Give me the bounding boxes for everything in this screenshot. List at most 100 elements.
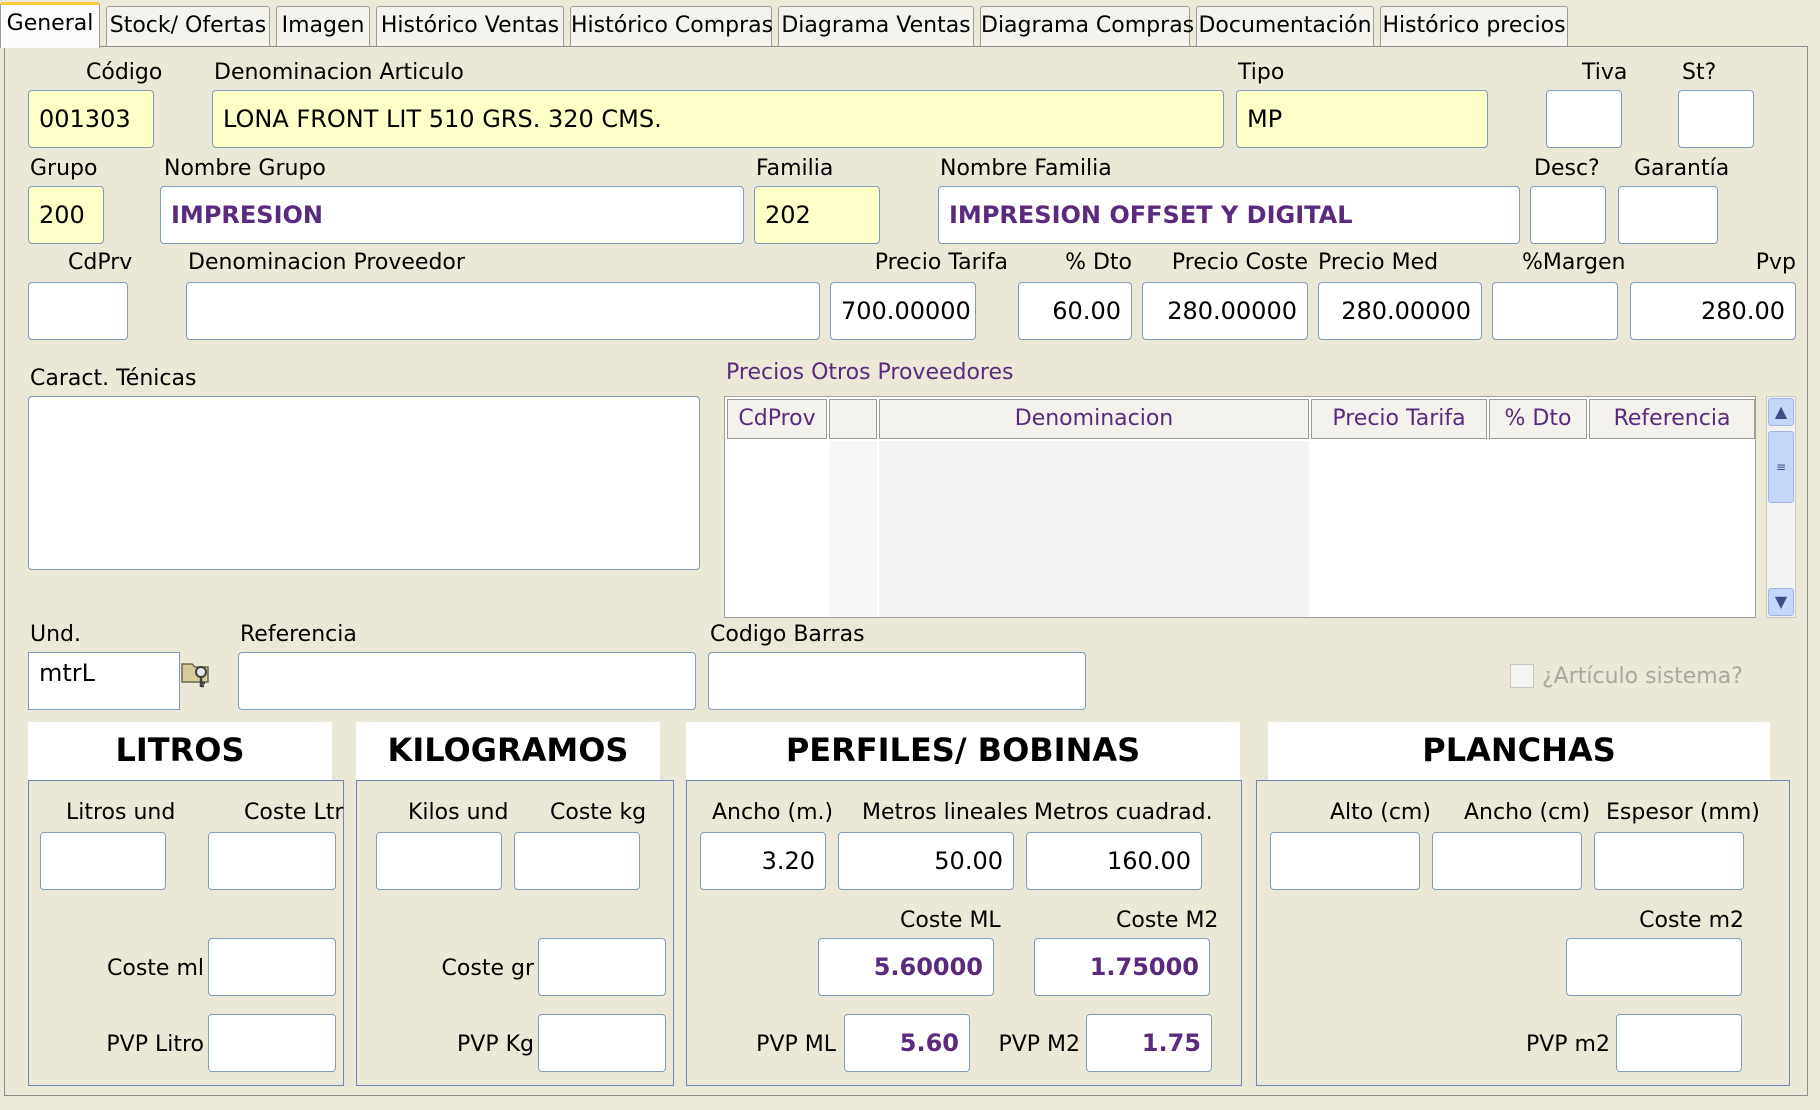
- coste-ml-label: Coste ML: [900, 908, 1001, 933]
- ancho-m-label: Ancho (m.): [712, 800, 834, 825]
- pvp-ml-field[interactable]: 5.60: [844, 1014, 970, 1072]
- precio-med-label: Precio Med: [1318, 250, 1439, 275]
- ancho-cm-label: Ancho (cm): [1464, 800, 1591, 825]
- grupo-field[interactable]: 200: [28, 186, 104, 244]
- espesor-mm-label: Espesor (mm): [1606, 800, 1760, 825]
- garantia-label: Garantía: [1634, 156, 1730, 181]
- pvp-m2-label: PVP M2: [998, 1032, 1080, 1057]
- coste-ml-litros-label: Coste ml: [107, 956, 204, 981]
- denominacion-field[interactable]: LONA FRONT LIT 510 GRS. 320 CMS.: [212, 90, 1224, 148]
- tab-historico-ventas[interactable]: Histórico Ventas: [376, 6, 564, 46]
- coste-m2-planchas-field[interactable]: [1566, 938, 1742, 996]
- litros-und-field[interactable]: [40, 832, 166, 890]
- tab-general[interactable]: General: [0, 2, 100, 48]
- precio-med-field[interactable]: 280.00000: [1318, 282, 1482, 340]
- tab-historico-compras[interactable]: Histórico Compras: [570, 6, 773, 46]
- grid-header-referencia[interactable]: Referencia: [1589, 399, 1755, 439]
- grid-scrollbar[interactable]: ▲ ≡ ▼: [1766, 396, 1796, 618]
- grid-header-precio-tarifa[interactable]: Precio Tarifa: [1311, 399, 1487, 439]
- tab-stock-ofertas[interactable]: Stock/ Ofertas: [106, 6, 270, 46]
- desc-field[interactable]: [1530, 186, 1606, 244]
- precio-coste-field[interactable]: 280.00000: [1142, 282, 1308, 340]
- pvp-field[interactable]: 280.00: [1630, 282, 1796, 340]
- pvp-label: Pvp: [1755, 250, 1796, 275]
- st-label: St?: [1682, 60, 1717, 85]
- dto-field[interactable]: 60.00: [1018, 282, 1132, 340]
- kilogramos-title: KILOGRAMOS: [356, 722, 660, 780]
- grid-header-denominacion[interactable]: Denominacion: [879, 399, 1309, 439]
- alto-cm-label: Alto (cm): [1330, 800, 1431, 825]
- referencia-field[interactable]: [238, 652, 696, 710]
- metros-lineales-field[interactable]: 50.00: [838, 832, 1014, 890]
- articulo-sistema-checkbox[interactable]: [1510, 664, 1534, 688]
- coste-ml-field[interactable]: 5.60000: [818, 938, 994, 996]
- referencia-label: Referencia: [240, 622, 357, 647]
- und-field[interactable]: mtrL: [28, 652, 180, 710]
- ancho-cm-field[interactable]: [1432, 832, 1582, 890]
- coste-ltr-field[interactable]: [208, 832, 336, 890]
- tab-diagrama-ventas[interactable]: Diagrama Ventas: [778, 6, 974, 46]
- tiva-field[interactable]: [1546, 90, 1622, 148]
- chevron-down-icon[interactable]: ▼: [1768, 588, 1794, 616]
- coste-m2-label: Coste M2: [1116, 908, 1219, 933]
- pvp-m2-field[interactable]: 1.75: [1086, 1014, 1212, 1072]
- nombre-grupo-field[interactable]: IMPRESION: [160, 186, 744, 244]
- coste-gr-field[interactable]: [538, 938, 666, 996]
- precio-tarifa-field[interactable]: 700.00000: [830, 282, 976, 340]
- margen-field[interactable]: [1492, 282, 1618, 340]
- coste-m2-field[interactable]: 1.75000: [1034, 938, 1210, 996]
- tab-documentacion[interactable]: Documentación: [1196, 6, 1374, 46]
- litros-und-label: Litros und: [66, 800, 176, 825]
- denominacion-label: Denominacion Articulo: [214, 60, 464, 85]
- tab-historico-precios[interactable]: Histórico precios: [1380, 6, 1568, 46]
- pvp-kg-field[interactable]: [538, 1014, 666, 1072]
- cdprv-field[interactable]: [28, 282, 128, 340]
- precio-coste-label: Precio Coste: [1171, 250, 1308, 275]
- garantia-field[interactable]: [1618, 186, 1718, 244]
- desc-label: Desc?: [1534, 156, 1600, 181]
- espesor-mm-field[interactable]: [1594, 832, 1744, 890]
- cdprv-label: CdPrv: [68, 250, 133, 275]
- alto-cm-field[interactable]: [1270, 832, 1420, 890]
- key-folder-icon[interactable]: [180, 656, 214, 690]
- grid-header-cdprov[interactable]: CdProv: [727, 399, 827, 439]
- nombre-familia-field[interactable]: IMPRESION OFFSET Y DIGITAL: [938, 186, 1520, 244]
- grid-header-dto[interactable]: % Dto: [1489, 399, 1587, 439]
- codigo-field[interactable]: 001303: [28, 90, 154, 148]
- familia-field[interactable]: 202: [754, 186, 880, 244]
- codigo-barras-label: Codigo Barras: [710, 622, 865, 647]
- coste-ltr-label: Coste Ltr: [244, 800, 344, 825]
- coste-ml-litros-field[interactable]: [208, 938, 336, 996]
- pvp-litro-label: PVP Litro: [106, 1032, 204, 1057]
- st-field[interactable]: [1678, 90, 1754, 148]
- pvp-kg-label: PVP Kg: [457, 1032, 534, 1057]
- metros-cuadrados-field[interactable]: 160.00: [1026, 832, 1202, 890]
- caract-tecnicas-textarea[interactable]: [28, 396, 700, 570]
- metros-cuadrados-label: Metros cuadrad.: [1034, 800, 1213, 825]
- coste-m2-planchas-label: Coste m2: [1639, 908, 1744, 933]
- denominacion-proveedor-field[interactable]: [186, 282, 820, 340]
- planchas-title: PLANCHAS: [1268, 722, 1770, 780]
- grid-column-shade: [879, 441, 1309, 617]
- denominacion-proveedor-label: Denominacion Proveedor: [188, 250, 465, 275]
- chevron-up-icon[interactable]: ▲: [1768, 398, 1794, 426]
- pvp-litro-field[interactable]: [208, 1014, 336, 1072]
- codigo-label: Código: [86, 60, 163, 85]
- tab-diagrama-compras[interactable]: Diagrama Compras: [980, 6, 1194, 46]
- otros-proveedores-title: Precios Otros Proveedores: [726, 360, 1014, 385]
- grid-header-blank[interactable]: [829, 399, 877, 439]
- nombre-grupo-label: Nombre Grupo: [164, 156, 326, 181]
- articulo-sistema-label: ¿Artículo sistema?: [1542, 664, 1743, 689]
- pvp-m2-planchas-field[interactable]: [1616, 1014, 1742, 1072]
- kilos-und-field[interactable]: [376, 832, 502, 890]
- coste-gr-label: Coste gr: [441, 956, 534, 981]
- pvp-m2-planchas-label: PVP m2: [1525, 1032, 1610, 1057]
- coste-kg-field[interactable]: [514, 832, 640, 890]
- ancho-m-field[interactable]: 3.20: [700, 832, 826, 890]
- dto-label: % Dto: [1065, 250, 1132, 275]
- codigo-barras-field[interactable]: [708, 652, 1086, 710]
- scroll-thumb[interactable]: ≡: [1768, 431, 1794, 503]
- tab-imagen[interactable]: Imagen: [276, 6, 370, 46]
- otros-proveedores-grid[interactable]: CdProv Denominacion Precio Tarifa % Dto …: [724, 396, 1756, 618]
- tipo-field[interactable]: MP: [1236, 90, 1488, 148]
